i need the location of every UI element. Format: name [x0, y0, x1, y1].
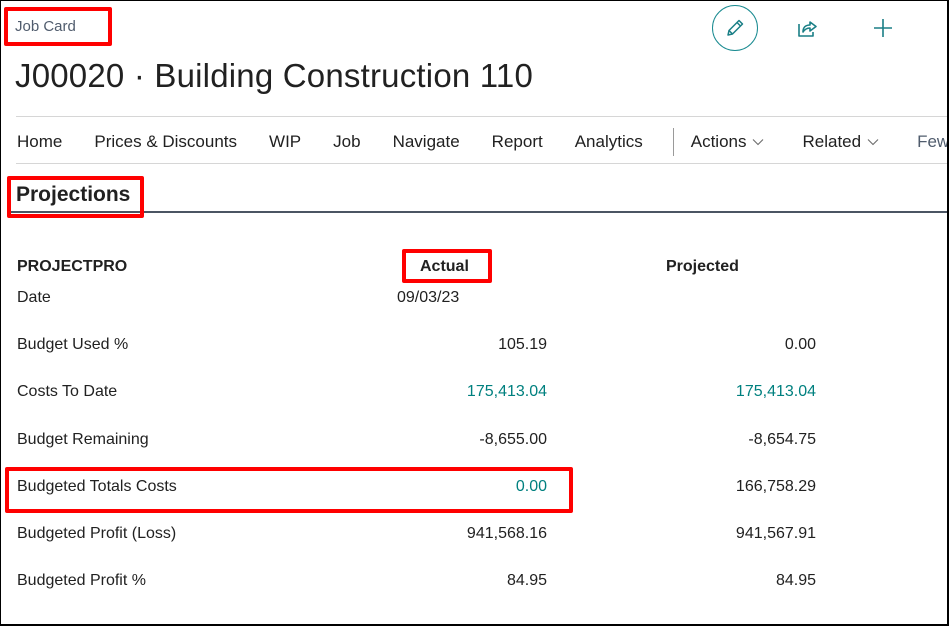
projected-value: 941,567.91	[735, 525, 816, 542]
projected-value: 166,758.29	[735, 478, 816, 495]
actual-value: 105.19	[498, 336, 547, 353]
actual-value: -8,655.00	[479, 431, 547, 448]
nav-actions-label: Actions	[690, 132, 747, 151]
nav-prices-discounts[interactable]: Prices & Discounts	[94, 132, 237, 152]
projected-value: 84.95	[775, 572, 816, 589]
action-bar: Home Prices & Discounts WIP Job Navigate…	[17, 128, 947, 156]
row-label: Budget Remaining	[17, 431, 149, 448]
actual-value: 941,568.16	[466, 525, 547, 542]
row-label: Budgeted Totals Costs	[17, 478, 177, 495]
pencil-icon	[727, 19, 744, 36]
date-actual-value: 09/03/23	[397, 289, 460, 306]
projected-value: -8,654.75	[748, 431, 816, 448]
column-header-projected: Projected	[666, 258, 739, 275]
add-button[interactable]	[868, 13, 898, 43]
plus-icon	[874, 19, 892, 37]
column-header-actual: Actual	[420, 258, 469, 275]
projections-header-label: PROJECTPRO	[17, 258, 128, 275]
header-divider	[16, 116, 947, 117]
section-title-projections[interactable]: Projections	[16, 183, 130, 207]
date-label: Date	[17, 289, 51, 306]
actual-value-link[interactable]: 0.00	[347, 478, 547, 496]
nav-wip[interactable]: WIP	[269, 132, 301, 152]
nav-analytics[interactable]: Analytics	[575, 132, 643, 152]
nav-actions-dropdown[interactable]: Actions	[691, 132, 765, 152]
page-caption: Job Card	[15, 18, 76, 35]
actual-value: 84.95	[506, 572, 547, 589]
nav-navigate[interactable]: Navigate	[393, 132, 460, 152]
nav-separator	[672, 128, 674, 156]
page-title: J00020 · Building Construction 110	[15, 57, 534, 94]
row-label: Costs To Date	[17, 383, 118, 400]
edit-button[interactable]	[712, 5, 758, 51]
share-icon	[798, 21, 817, 37]
nav-report[interactable]: Report	[492, 132, 543, 152]
chevron-down-icon	[867, 139, 879, 146]
action-bar-divider	[16, 163, 947, 164]
nav-related-dropdown[interactable]: Related	[802, 132, 879, 152]
row-label: Budget Used %	[17, 336, 129, 353]
nav-related-label: Related	[802, 132, 862, 151]
projected-value-link[interactable]: 175,413.04	[616, 383, 816, 401]
actual-value-link[interactable]: 175,413.04	[347, 383, 547, 401]
section-divider	[11, 211, 947, 213]
nav-job[interactable]: Job	[333, 132, 360, 152]
chevron-down-icon	[753, 139, 764, 146]
row-label: Budgeted Profit (Loss)	[17, 525, 177, 542]
row-label: Budgeted Profit %	[17, 572, 146, 589]
nav-fewer-options[interactable]: Fewer o	[917, 132, 947, 152]
job-card-page: Job Card J00020 · Building Construction …	[0, 0, 949, 626]
nav-home[interactable]: Home	[17, 132, 62, 152]
projected-value: 0.00	[784, 336, 816, 353]
share-button[interactable]	[793, 13, 823, 43]
